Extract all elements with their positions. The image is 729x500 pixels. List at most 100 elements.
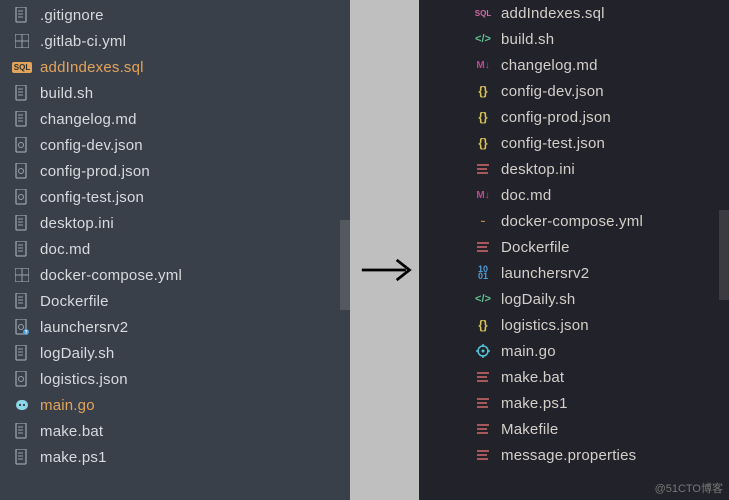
lines-icon bbox=[475, 421, 491, 437]
file-label: logDaily.sh bbox=[40, 346, 114, 361]
file-item[interactable]: M↓ doc.md bbox=[419, 182, 729, 208]
file-item[interactable]: ? launchersrv2 bbox=[0, 314, 350, 340]
file-item[interactable]: desktop.ini bbox=[419, 156, 729, 182]
file-item[interactable]: desktop.ini bbox=[0, 210, 350, 236]
file-item[interactable]: docker-compose.yml bbox=[0, 262, 350, 288]
doc-icon bbox=[14, 423, 30, 439]
file-label: doc.md bbox=[40, 242, 90, 257]
doc-icon bbox=[14, 85, 30, 101]
file-item[interactable]: make.bat bbox=[419, 364, 729, 390]
file-label: addIndexes.sql bbox=[40, 60, 144, 75]
file-item[interactable]: message.properties bbox=[419, 442, 729, 468]
file-item[interactable]: main.go bbox=[0, 392, 350, 418]
lines-icon bbox=[475, 447, 491, 463]
file-item[interactable]: SQLaddIndexes.sql bbox=[0, 54, 350, 80]
file-item[interactable]: make.ps1 bbox=[419, 390, 729, 416]
doc-icon bbox=[14, 449, 30, 465]
yml-icon: ~ bbox=[475, 213, 491, 229]
file-item[interactable]: changelog.md bbox=[0, 106, 350, 132]
lines-icon bbox=[475, 239, 491, 255]
table-icon bbox=[14, 267, 30, 283]
lines-icon bbox=[475, 161, 491, 177]
file-label: logDaily.sh bbox=[501, 292, 575, 307]
file-item[interactable]: SQLaddIndexes.sql bbox=[419, 0, 729, 26]
arrow-icon bbox=[360, 255, 415, 285]
file-label: config-prod.json bbox=[501, 110, 611, 125]
file-label: addIndexes.sql bbox=[501, 6, 605, 21]
file-label: build.sh bbox=[40, 86, 93, 101]
doc-icon bbox=[14, 111, 30, 127]
file-panel-left: .gitignore .gitlab-ci.yml SQLaddIndexes.sq… bbox=[0, 0, 350, 500]
file-item[interactable]: config-test.json bbox=[0, 184, 350, 210]
file-item[interactable]: logistics.json bbox=[0, 366, 350, 392]
doc-icon bbox=[14, 345, 30, 361]
cfg-q-icon: ? bbox=[14, 319, 30, 335]
cfg-icon bbox=[14, 371, 30, 387]
gear-icon bbox=[475, 343, 491, 359]
braces-icon: {} bbox=[475, 317, 491, 333]
file-label: changelog.md bbox=[501, 58, 598, 73]
scrollbar-thumb[interactable] bbox=[719, 210, 729, 300]
file-label: launchersrv2 bbox=[40, 320, 128, 335]
file-item[interactable]: Dockerfile bbox=[0, 288, 350, 314]
file-item[interactable]: config-dev.json bbox=[0, 132, 350, 158]
scrollbar-thumb[interactable] bbox=[340, 220, 350, 310]
file-label: doc.md bbox=[501, 188, 551, 203]
file-item[interactable]: Dockerfile bbox=[419, 234, 729, 260]
file-item[interactable]: build.sh bbox=[0, 80, 350, 106]
file-label: config-dev.json bbox=[40, 138, 143, 153]
file-label: message.properties bbox=[501, 448, 636, 463]
file-label: make.bat bbox=[40, 424, 103, 439]
file-label: .gitignore bbox=[40, 8, 104, 23]
file-item[interactable]: main.go bbox=[419, 338, 729, 364]
file-item[interactable]: config-prod.json bbox=[0, 158, 350, 184]
file-label: desktop.ini bbox=[501, 162, 575, 177]
file-label: config-test.json bbox=[501, 136, 605, 151]
file-item[interactable]: {} config-prod.json bbox=[419, 104, 729, 130]
file-label: docker-compose.yml bbox=[501, 214, 643, 229]
file-item[interactable]: </>build.sh bbox=[419, 26, 729, 52]
doc-icon bbox=[14, 241, 30, 257]
file-item[interactable]: make.bat bbox=[0, 418, 350, 444]
file-item[interactable]: doc.md bbox=[0, 236, 350, 262]
file-item[interactable]: {}config-dev.json bbox=[419, 78, 729, 104]
file-label: make.ps1 bbox=[501, 396, 568, 411]
braces-icon: {} bbox=[475, 135, 491, 151]
md-icon: M↓ bbox=[475, 57, 491, 73]
file-label: config-dev.json bbox=[501, 84, 604, 99]
file-item[interactable]: logDaily.sh bbox=[0, 340, 350, 366]
braces-icon: {} bbox=[475, 109, 491, 125]
file-label: logistics.json bbox=[40, 372, 128, 387]
file-item[interactable]: .gitlab-ci.yml bbox=[0, 28, 350, 54]
file-label: logistics.json bbox=[501, 318, 589, 333]
binary-icon: 1001 bbox=[475, 265, 491, 281]
md-icon: M↓ bbox=[475, 187, 491, 203]
file-item[interactable]: ~ docker-compose.yml bbox=[419, 208, 729, 234]
code-icon: </> bbox=[475, 31, 491, 47]
file-item[interactable]: M↓ changelog.md bbox=[419, 52, 729, 78]
file-item[interactable]: {} logistics.json bbox=[419, 312, 729, 338]
file-item[interactable]: </>logDaily.sh bbox=[419, 286, 729, 312]
file-label: config-test.json bbox=[40, 190, 144, 205]
table-icon bbox=[14, 33, 30, 49]
file-item[interactable]: make.ps1 bbox=[0, 444, 350, 470]
file-label: Makefile bbox=[501, 422, 558, 437]
lines-icon bbox=[475, 395, 491, 411]
file-label: Dockerfile bbox=[40, 294, 109, 309]
doc-icon bbox=[14, 7, 30, 23]
go-icon bbox=[14, 397, 30, 413]
file-item[interactable]: 1001launchersrv2 bbox=[419, 260, 729, 286]
file-label: desktop.ini bbox=[40, 216, 114, 231]
lines-icon bbox=[475, 369, 491, 385]
file-label: config-prod.json bbox=[40, 164, 150, 179]
file-item[interactable]: Makefile bbox=[419, 416, 729, 442]
file-label: .gitlab-ci.yml bbox=[40, 34, 126, 49]
file-item[interactable]: .gitignore bbox=[0, 2, 350, 28]
file-label: make.bat bbox=[501, 370, 564, 385]
file-item[interactable]: {} config-test.json bbox=[419, 130, 729, 156]
cfg-icon bbox=[14, 189, 30, 205]
file-label: changelog.md bbox=[40, 112, 137, 127]
file-panel-right: SQLaddIndexes.sql</>build.sh M↓ changelog.… bbox=[419, 0, 729, 500]
file-label: main.go bbox=[501, 344, 556, 359]
doc-icon bbox=[14, 293, 30, 309]
